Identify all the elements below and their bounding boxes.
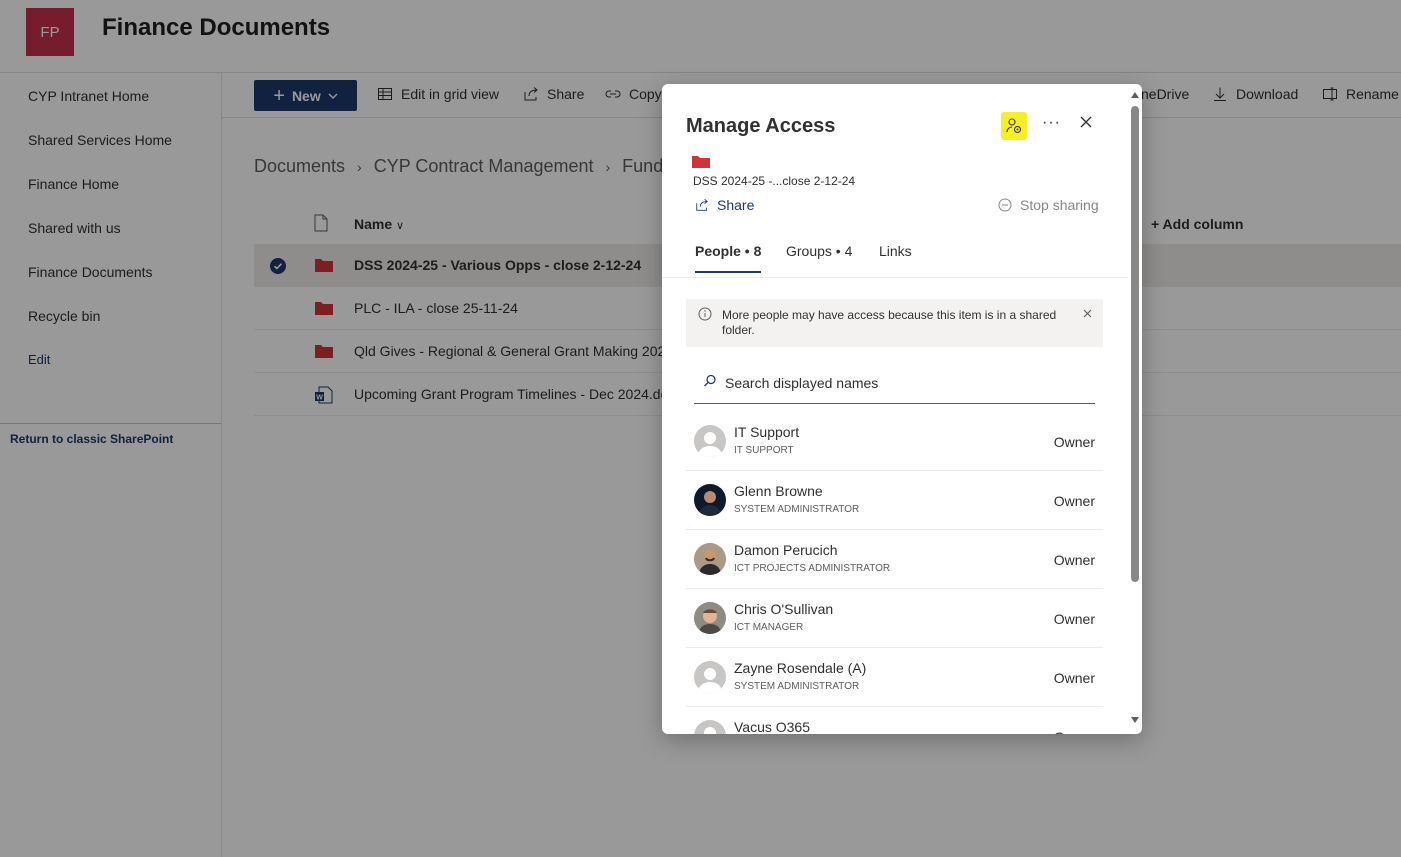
person-name: Damon Perucich	[734, 542, 838, 558]
stop-sharing-button[interactable]: Stop sharing	[998, 197, 1099, 213]
dialog-title: Manage Access	[686, 115, 836, 137]
tab-people[interactable]: People • 8	[695, 243, 761, 259]
permission-role[interactable]: Owner	[1054, 552, 1095, 568]
search-input[interactable]	[725, 372, 1085, 394]
shared-folder-notice: More people may have access because this…	[686, 299, 1103, 347]
share-icon	[696, 198, 708, 211]
permission-role[interactable]: Owner	[1054, 729, 1095, 734]
permission-role[interactable]: Owner	[1054, 611, 1095, 627]
person-row[interactable]: Damon Perucich ICT PROJECTS ADMINISTRATO…	[686, 530, 1103, 589]
person-row[interactable]: Vacus O365 Owner	[686, 707, 1103, 734]
person-name: Chris O'Sullivan	[734, 601, 834, 617]
scroll-up-arrow-icon[interactable]	[1131, 92, 1139, 98]
person-settings-icon	[1006, 118, 1022, 134]
person-title: SYSTEM ADMINISTRATOR	[734, 504, 860, 515]
scroll-thumb[interactable]	[1131, 106, 1139, 582]
stop-icon	[998, 198, 1012, 212]
permission-role[interactable]: Owner	[1054, 670, 1095, 686]
avatar	[694, 543, 726, 575]
avatar	[694, 484, 726, 516]
active-tab-indicator	[695, 271, 761, 273]
manage-access-dialog: Manage Access ··· DSS 2024-25 -...close …	[662, 84, 1142, 734]
search-icon	[704, 374, 716, 387]
person-row[interactable]: Zayne Rosendale (A) SYSTEM ADMINISTRATOR…	[686, 648, 1103, 707]
notice-text: More people may have access because this…	[722, 308, 1057, 337]
person-name: Zayne Rosendale (A)	[734, 660, 867, 676]
access-tabs: People • 8 Groups • 4 Links	[662, 230, 1130, 278]
avatar	[694, 661, 726, 693]
person-row[interactable]: Glenn Browne SYSTEM ADMINISTRATOR Owner	[686, 471, 1103, 530]
person-name: Vacus O365	[734, 719, 811, 734]
tab-groups[interactable]: Groups • 4	[786, 243, 852, 259]
search-box	[694, 364, 1095, 404]
person-title: ICT MANAGER	[734, 622, 804, 633]
avatar	[694, 602, 726, 634]
person-title: SYSTEM ADMINISTRATOR	[734, 681, 860, 692]
person-title: ICT PROJECTS ADMINISTRATOR	[734, 563, 891, 574]
more-options-button[interactable]: ···	[1042, 114, 1061, 132]
tab-links[interactable]: Links	[879, 243, 912, 259]
scroll-down-arrow-icon[interactable]	[1131, 717, 1139, 723]
item-name: DSS 2024-25 -...close 2-12-24	[693, 174, 856, 188]
person-row[interactable]: IT Support IT SUPPORT Owner	[686, 412, 1103, 471]
person-name: Glenn Browne	[734, 483, 823, 499]
person-row[interactable]: Chris O'Sullivan ICT MANAGER Owner	[686, 589, 1103, 648]
person-name: IT Support	[734, 424, 800, 440]
dialog-scrollbar[interactable]	[1128, 84, 1142, 734]
person-title: IT SUPPORT	[734, 445, 794, 456]
permission-role[interactable]: Owner	[1054, 434, 1095, 450]
avatar	[694, 720, 726, 734]
avatar	[694, 425, 726, 457]
info-icon	[698, 307, 712, 321]
folder-icon	[692, 156, 710, 168]
dialog-share-button[interactable]: Share	[695, 197, 754, 213]
close-icon[interactable]	[1083, 309, 1092, 318]
permission-role[interactable]: Owner	[1054, 493, 1095, 509]
grant-access-button[interactable]	[1001, 112, 1027, 140]
close-icon[interactable]	[1079, 115, 1093, 129]
